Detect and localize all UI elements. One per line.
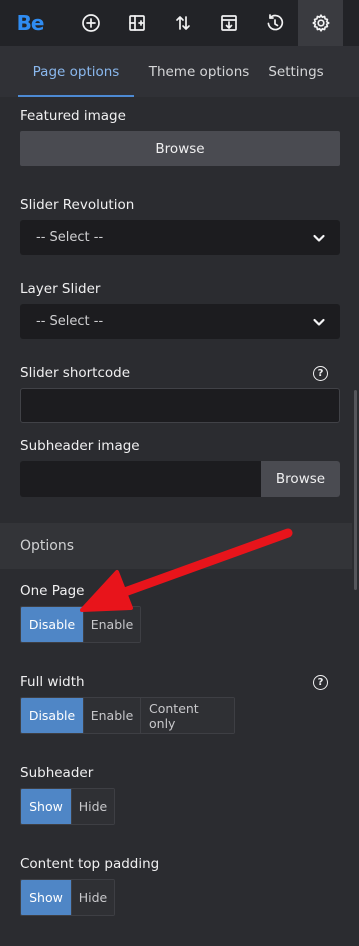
subheader-label: Subheader	[20, 765, 94, 781]
layer-slider-select[interactable]: -- Select --	[20, 304, 340, 339]
add-section-icon[interactable]	[114, 0, 160, 46]
subheader-image-browse-button[interactable]: Browse	[261, 461, 340, 497]
full-width-label: Full width	[20, 674, 85, 690]
tab-theme-options[interactable]: Theme options	[142, 46, 256, 97]
content-top-padding-label: Content top padding	[20, 856, 160, 872]
sort-icon[interactable]	[160, 0, 206, 46]
help-icon[interactable]: ?	[313, 366, 328, 381]
slider-shortcode-input[interactable]	[20, 388, 340, 423]
tab-page-options[interactable]: Page options	[18, 46, 134, 97]
featured-image-browse-button[interactable]: Browse	[20, 131, 340, 166]
layer-slider-label: Layer Slider	[20, 281, 101, 297]
logo: Be	[16, 11, 45, 35]
top-toolbar: Be	[0, 0, 359, 46]
slider-revolution-label: Slider Revolution	[20, 197, 135, 213]
help-icon[interactable]: ?	[313, 675, 328, 690]
subheader-show-option[interactable]: Show	[21, 789, 71, 824]
full-width-disable-option[interactable]: Disable	[21, 698, 83, 733]
full-width-enable-option[interactable]: Enable	[83, 698, 140, 733]
chevron-down-icon	[313, 234, 325, 242]
subheader-image-label: Subheader image	[20, 438, 140, 454]
full-width-content-only-option[interactable]: Content only	[140, 698, 234, 733]
options-section-header: Options	[0, 523, 352, 569]
subheader-image-upload: Browse	[20, 461, 340, 497]
content-top-padding-toggle: Show Hide	[20, 879, 115, 916]
subheader-hide-option[interactable]: Hide	[71, 789, 114, 824]
chevron-down-icon	[313, 318, 325, 326]
one-page-toggle: Disable Enable	[20, 606, 141, 643]
slider-revolution-select[interactable]: -- Select --	[20, 220, 340, 255]
settings-icon[interactable]	[298, 0, 343, 46]
one-page-disable-option[interactable]: Disable	[21, 607, 83, 642]
slider-revolution-value: -- Select --	[36, 230, 104, 245]
featured-image-label: Featured image	[20, 108, 126, 124]
full-width-toggle: Disable Enable Content only	[20, 697, 235, 734]
content-top-padding-show-option[interactable]: Show	[21, 880, 71, 915]
scrollbar[interactable]	[354, 390, 357, 590]
one-page-enable-option[interactable]: Enable	[83, 607, 140, 642]
tab-bar: Page options Theme options Settings	[0, 46, 359, 97]
layer-slider-value: -- Select --	[36, 314, 104, 329]
one-page-label: One Page	[20, 583, 85, 599]
content-top-padding-hide-option[interactable]: Hide	[71, 880, 114, 915]
subheader-toggle: Show Hide	[20, 788, 115, 825]
add-icon[interactable]	[68, 0, 114, 46]
export-icon[interactable]	[206, 0, 252, 46]
tab-settings[interactable]: Settings	[260, 46, 332, 97]
slider-shortcode-label: Slider shortcode	[20, 365, 131, 381]
history-icon[interactable]	[252, 0, 298, 46]
page-options-panel: Featured image Browse Slider Revolution …	[0, 97, 352, 946]
subheader-image-input[interactable]	[20, 461, 261, 497]
